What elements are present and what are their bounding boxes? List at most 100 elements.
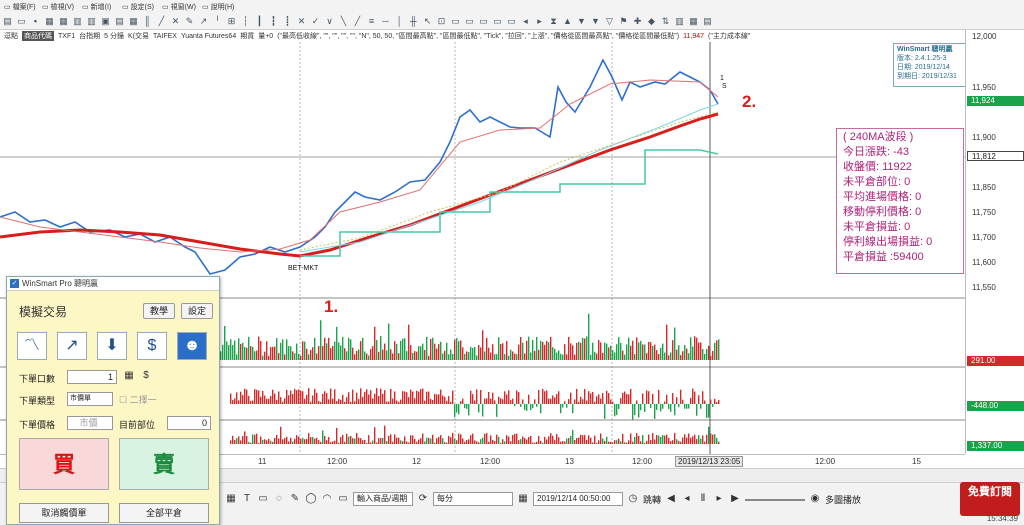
rect-icon[interactable]: ▭ [257,493,269,505]
pen-icon[interactable]: ✎ [289,493,301,505]
sort-icon[interactable]: ⇅ [660,16,671,27]
new-chart-icon[interactable]: ▤ [2,16,13,27]
uptrend-chart-icon[interactable]: 〽 [17,332,47,360]
info-period[interactable]: 5 分鐘 [104,31,124,41]
check-icon[interactable]: ✓ [310,16,321,27]
down2-icon[interactable]: ▼ [590,16,601,27]
subscribe-button[interactable]: 免費訂閱 [960,482,1020,516]
candle-icon[interactable]: ┆ [240,16,251,27]
jump-button[interactable]: 跳轉 [643,493,661,506]
line-icon[interactable]: ╱ [156,16,167,27]
period-select[interactable]: 每分 [433,492,513,506]
diamond-icon[interactable]: ◆ [646,16,657,27]
menu-help[interactable]: ▭ 說明(H) [202,1,234,13]
next-icon[interactable]: ▶ [729,493,741,505]
down-arrow-chart-icon[interactable]: ⬇ [97,332,127,360]
v-line-icon[interactable]: │ [394,16,405,27]
menu-window[interactable]: ▭ 視窗(W) [162,1,196,13]
clock-icon[interactable]: ◷ [627,493,639,505]
grid2-icon[interactable]: ▦ [688,16,699,27]
grid-icon[interactable]: ▦ [58,16,69,27]
calendar-icon[interactable]: ▦ [517,493,529,505]
zoom-icon[interactable]: ⊞ [226,16,237,27]
refresh-icon[interactable]: ⟳ [417,493,429,505]
order-type-select[interactable]: 市價單 [67,392,113,406]
rect3-icon[interactable]: ▭ [478,16,489,27]
calculator-icon[interactable]: ▦ [123,370,135,382]
down-icon[interactable]: ▼ [576,16,587,27]
bars-icon[interactable]: ┇ [268,16,279,27]
speed-icon[interactable]: ◉ [809,493,821,505]
settings-button[interactable]: 設定 [181,303,213,319]
prev-icon[interactable]: ◀ [665,493,677,505]
info-symbol[interactable]: TXF1 [58,33,75,40]
product-select[interactable]: 輸入商品/週期 [353,492,413,506]
play-prev-icon[interactable]: ◂ [681,493,693,505]
either-checkbox[interactable]: ☐ 二擇一 [119,393,157,406]
print-icon[interactable]: ▦ [44,16,55,27]
menu-view[interactable]: ▭ 檢視(V) [42,1,74,13]
draw-icon[interactable]: ✎ [184,16,195,27]
arrow-icon[interactable]: ↗ [198,16,209,27]
lots-input[interactable]: 1 [67,370,117,384]
bar-chart-icon[interactable]: ▥ [674,16,685,27]
pause-icon[interactable]: Ⅱ [697,493,709,505]
datetime-field[interactable]: 2019/12/14 00:50:00 [533,492,623,506]
up-icon[interactable]: ▲ [562,16,573,27]
layout-icon[interactable]: ▥ [72,16,83,27]
thumb-icon[interactable]: ✚ [632,16,643,27]
teach-button[interactable]: 教學 [143,303,175,319]
cursor-icon[interactable]: ╵ [212,16,223,27]
page-icon[interactable]: ▭ [337,493,349,505]
play-next-icon[interactable]: ▸ [713,493,725,505]
order-price-input[interactable]: 市價 [67,416,113,430]
person-icon[interactable]: ☻ [177,332,207,360]
bars2-icon[interactable]: ┋ [282,16,293,27]
panel2-icon[interactable]: ▦ [128,16,139,27]
h-line-icon[interactable]: ─ [380,16,391,27]
layout2-icon[interactable]: ▥ [86,16,97,27]
panel-icon[interactable]: ▤ [114,16,125,27]
trading-window-title[interactable]: ✓ WinSmart Pro 聰明贏 [7,277,219,291]
table-icon[interactable]: ▤ [702,16,713,27]
cancel-trigger-button[interactable]: 取消觸價單 [19,503,109,523]
text-icon[interactable]: T [241,493,253,505]
multi-play-button[interactable]: 多圖播放 [825,493,861,506]
window-icon[interactable]: ▣ [100,16,111,27]
lasso-icon[interactable]: ◌ [273,493,285,505]
rect4-icon[interactable]: ▭ [492,16,503,27]
dollar-icon[interactable]: $ [140,370,152,382]
check2-icon[interactable]: ∨ [324,16,335,27]
trend2-icon[interactable]: ╱ [352,16,363,27]
cross-icon[interactable]: ✕ [170,16,181,27]
menu-file[interactable]: ▭ 檔案(F) [4,1,36,13]
bar-icon[interactable]: ║ [142,16,153,27]
speed-slider[interactable] [745,497,806,501]
save-icon[interactable]: ▪ [30,16,41,27]
rect5-icon[interactable]: ▭ [506,16,517,27]
open-icon[interactable]: ▭ [16,16,27,27]
info-chart-type[interactable]: K(交易 [128,31,149,41]
arrowlr2-icon[interactable]: ▸ [534,16,545,27]
sell-button[interactable]: 賣 [119,438,209,490]
hourglass-icon[interactable]: ⧗ [548,16,559,27]
close-icon[interactable]: ✕ [296,16,307,27]
flag-icon[interactable]: ⚑ [618,16,629,27]
ellipse-icon[interactable]: ◯ [305,493,317,505]
select-icon[interactable]: ⊡ [436,16,447,27]
info-chip[interactable]: 商品代碼 [22,31,54,41]
arc-icon[interactable]: ◠ [321,493,333,505]
close-all-button[interactable]: 全部平倉 [119,503,209,523]
rect-icon[interactable]: ▭ [450,16,461,27]
menu-new[interactable]: ▭ 新增(I) [82,1,111,13]
table-icon[interactable]: ▦ [225,493,237,505]
fib-icon[interactable]: ≡ [366,16,377,27]
rising-chart-icon[interactable]: ↗ [57,332,87,360]
trend-icon[interactable]: ╲ [338,16,349,27]
down3-icon[interactable]: ▽ [604,16,615,27]
channel-icon[interactable]: ╫ [408,16,419,27]
arrowlr-icon[interactable]: ◂ [520,16,531,27]
moneybag-icon[interactable]: $ [137,332,167,360]
candle2-icon[interactable]: ┃ [254,16,265,27]
menu-settings[interactable]: ▭ 設定(S) [122,1,154,13]
